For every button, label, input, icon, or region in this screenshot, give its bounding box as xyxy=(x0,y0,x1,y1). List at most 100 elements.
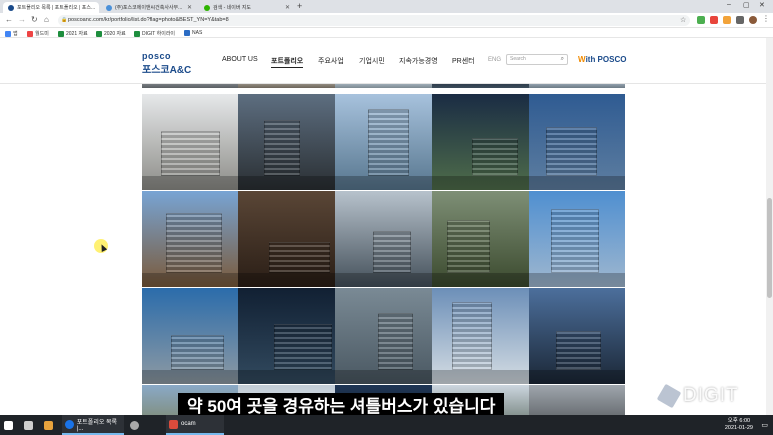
bookmark-item[interactable]: 월드미 xyxy=(27,30,49,37)
nav-pr-center[interactable]: PR센터 xyxy=(452,56,475,66)
close-window-icon[interactable]: ✕ xyxy=(759,1,765,9)
portfolio-thumbnail[interactable] xyxy=(529,288,625,384)
tab-label: 검색 - 네이버 지도 xyxy=(213,5,252,11)
with-posco-logo[interactable]: With POSCO xyxy=(578,55,626,64)
maximize-icon[interactable]: ▢ xyxy=(743,1,750,9)
tab-favicon-icon xyxy=(106,4,112,11)
browser-tab-naver-map[interactable]: 검색 - 네이버 지도 ✕ xyxy=(199,2,295,13)
url-input[interactable]: 🔒 poscoanc.com/kr/portfolio/list.do?flag… xyxy=(58,15,690,26)
folder-icon xyxy=(44,420,53,430)
ground-shape xyxy=(238,176,335,190)
building-shape xyxy=(378,313,413,370)
ground-shape xyxy=(432,176,529,190)
language-eng-link[interactable]: ENG xyxy=(488,57,501,63)
building-shape xyxy=(274,324,332,370)
reload-icon[interactable]: ↻ xyxy=(31,15,38,24)
building-shape xyxy=(472,138,518,176)
nav-portfolio[interactable]: 포트폴리오 xyxy=(271,56,304,68)
taskbar-app[interactable] xyxy=(130,415,142,435)
portfolio-thumbnail[interactable] xyxy=(335,94,432,190)
ground-shape xyxy=(529,370,625,384)
building-shape xyxy=(546,127,597,176)
forward-icon[interactable]: → xyxy=(18,15,26,24)
minimize-icon[interactable]: – xyxy=(727,1,731,8)
home-icon[interactable]: ⌂ xyxy=(44,15,49,24)
file-explorer-button[interactable] xyxy=(44,415,56,435)
site-search-input[interactable]: Search ⌕ xyxy=(506,54,568,65)
bookmark-item[interactable]: NAS xyxy=(184,30,202,36)
portfolio-thumbnail[interactable] xyxy=(335,288,432,384)
portfolio-thumbnail[interactable] xyxy=(335,191,432,287)
portfolio-thumbnail[interactable] xyxy=(529,84,625,88)
menu-dots-icon[interactable]: ⋮ xyxy=(762,14,770,23)
portfolio-thumbnail[interactable] xyxy=(142,288,238,384)
portfolio-thumbnail[interactable] xyxy=(529,94,625,190)
portfolio-thumbnail[interactable] xyxy=(238,288,335,384)
nav-business[interactable]: 주요사업 xyxy=(318,56,344,66)
taskbar-chrome-window[interactable]: 포트폴리오 목록 |... xyxy=(62,415,124,435)
apps-icon xyxy=(5,30,11,37)
portfolio-thumbnail[interactable] xyxy=(432,84,529,88)
tab-close-icon[interactable]: ✕ xyxy=(95,4,99,11)
posco-logo[interactable]: posco xyxy=(142,51,171,61)
ground-shape xyxy=(142,370,238,384)
back-icon[interactable]: ← xyxy=(5,15,13,24)
bookmark-item[interactable]: DIGIT 하이라이 xyxy=(134,30,175,37)
task-view-button[interactable] xyxy=(24,415,36,435)
portfolio-thumbnail[interactable] xyxy=(238,191,335,287)
portfolio-thumbnail[interactable] xyxy=(529,191,625,287)
lock-icon: 🔒 xyxy=(61,17,68,23)
portfolio-thumbnail[interactable] xyxy=(529,385,625,415)
page-scrollbar[interactable] xyxy=(766,38,773,415)
portfolio-thumbnail[interactable] xyxy=(238,84,335,88)
browser-tab-company[interactable]: (주)포스코에이앤씨건축사사무... ✕ xyxy=(101,2,197,13)
scrollbar-thumb[interactable] xyxy=(767,198,772,298)
extension-icon[interactable] xyxy=(710,16,718,24)
browser-tab-portfolio[interactable]: 포트폴리오 목록 | 포트폴리오 | 포스... ✕ xyxy=(3,2,99,13)
bookmark-item[interactable]: 2020 자료 xyxy=(96,30,126,37)
portfolio-thumbnail[interactable] xyxy=(335,84,432,88)
search-icon[interactable]: ⌕ xyxy=(561,55,564,64)
extension-icon[interactable] xyxy=(723,16,731,24)
new-tab-button[interactable]: + xyxy=(297,1,302,11)
tab-close-icon[interactable]: ✕ xyxy=(281,4,290,11)
nav-about-us[interactable]: ABOUT US xyxy=(222,56,258,63)
bookmark-apps[interactable]: 앱 xyxy=(5,30,18,37)
bookmark-item[interactable]: 2021 자료 xyxy=(58,30,88,37)
ground-shape xyxy=(335,273,432,287)
ground-shape xyxy=(432,370,529,384)
digit-watermark: DIGIT xyxy=(656,383,739,409)
notification-icon[interactable]: ▭ xyxy=(761,421,768,429)
bookmark-star-icon[interactable]: ☆ xyxy=(680,16,686,24)
windows-start-button[interactable] xyxy=(4,415,16,435)
nav-sustainability[interactable]: 지속가능경영 xyxy=(399,56,438,66)
portfolio-thumbnail[interactable] xyxy=(432,94,529,190)
puzzle-icon[interactable] xyxy=(736,16,744,24)
taskbar-ocam-window[interactable]: ocam xyxy=(166,415,224,435)
building-shape xyxy=(166,213,222,273)
portfolio-thumbnail[interactable] xyxy=(238,94,335,190)
nav-citizenship[interactable]: 기업시민 xyxy=(359,56,385,66)
system-clock[interactable]: 오후 6:00 2021-01-29 xyxy=(725,418,753,432)
tab-label: 포트폴리오 목록 | 포트폴리오 | 포스... xyxy=(17,5,96,11)
ground-shape xyxy=(238,370,335,384)
portfolio-thumbnail[interactable] xyxy=(142,84,238,88)
tab-close-icon[interactable]: ✕ xyxy=(183,4,192,11)
address-bar-row: ← → ↻ ⌂ 🔒 poscoanc.com/kr/portfolio/list… xyxy=(0,13,773,28)
bookmark-favicon-icon xyxy=(27,30,33,37)
ground-shape xyxy=(335,176,432,190)
ground-shape xyxy=(432,273,529,287)
building-shape xyxy=(373,231,411,273)
building-shape xyxy=(447,220,490,273)
building-shape xyxy=(368,109,409,176)
profile-avatar[interactable] xyxy=(749,16,757,24)
portfolio-thumbnail[interactable] xyxy=(142,94,238,190)
tab-label: (주)포스코에이앤씨건축사사무... xyxy=(115,5,183,11)
extension-icon[interactable] xyxy=(697,16,705,24)
portfolio-thumbnail[interactable] xyxy=(432,191,529,287)
portfolio-gallery xyxy=(0,84,768,415)
portfolio-thumbnail[interactable] xyxy=(142,191,238,287)
building-shape xyxy=(551,209,599,273)
posco-anc-logo[interactable]: 포스코A&C xyxy=(142,61,191,76)
portfolio-thumbnail[interactable] xyxy=(432,288,529,384)
